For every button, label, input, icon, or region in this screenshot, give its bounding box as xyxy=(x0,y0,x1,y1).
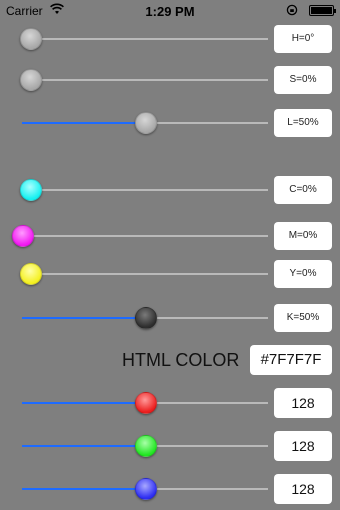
lightness-slider-thumb[interactable] xyxy=(135,112,157,134)
yellow-slider-thumb[interactable] xyxy=(20,263,42,285)
cyan-value-field: C=0% xyxy=(274,176,332,204)
black-slider-thumb[interactable] xyxy=(135,307,157,329)
magenta-slider-thumb[interactable] xyxy=(12,225,34,247)
saturation-slider[interactable] xyxy=(22,79,268,81)
saturation-slider-thumb[interactable] xyxy=(20,69,42,91)
lightness-value-field: L=50% xyxy=(274,109,332,137)
green-slider-thumb[interactable] xyxy=(135,435,158,457)
red-slider-thumb[interactable] xyxy=(135,392,158,414)
hue-slider[interactable] xyxy=(22,38,268,40)
blue-slider-fill xyxy=(22,488,147,490)
saturation-value-field: S=0% xyxy=(274,66,332,94)
hue-slider-thumb[interactable] xyxy=(20,28,42,50)
html-color-field[interactable]: #7F7F7F xyxy=(250,345,332,375)
hue-value-field: H=0° xyxy=(274,25,332,53)
blue-value-field[interactable]: 128 xyxy=(274,474,332,504)
red-slider-fill xyxy=(22,402,147,404)
blue-slider-thumb[interactable] xyxy=(135,478,158,500)
cyan-slider[interactable] xyxy=(22,189,268,191)
magenta-value-field: M=0% xyxy=(274,222,332,250)
status-bar: Carrier 1:29 PM xyxy=(0,0,340,22)
rotation-lock-icon xyxy=(286,4,298,19)
html-color-label: HTML COLOR xyxy=(122,350,240,370)
black-slider-fill xyxy=(22,317,146,319)
yellow-slider[interactable] xyxy=(22,273,268,275)
lightness-slider-fill xyxy=(22,122,146,124)
battery-icon xyxy=(309,5,336,16)
green-slider-fill xyxy=(22,445,147,447)
red-value-field[interactable]: 128 xyxy=(274,388,332,418)
magenta-slider[interactable] xyxy=(14,235,268,237)
green-value-field[interactable]: 128 xyxy=(274,431,332,461)
yellow-value-field: Y=0% xyxy=(274,260,332,288)
cyan-slider-thumb[interactable] xyxy=(20,179,42,201)
black-value-field: K=50% xyxy=(274,304,332,332)
